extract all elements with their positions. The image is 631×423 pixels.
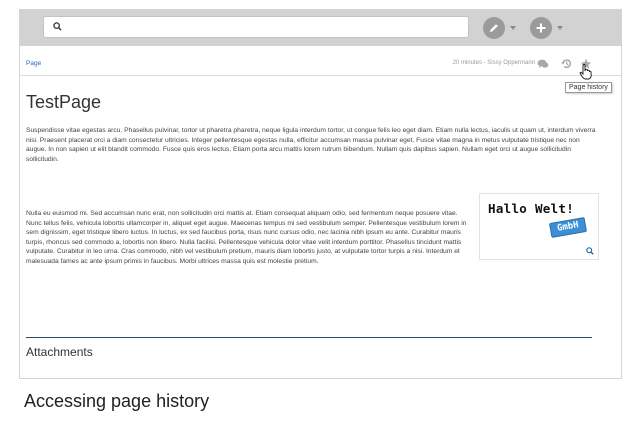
- figure-caption: Accessing page history: [24, 391, 210, 411]
- zoom-icon[interactable]: [586, 247, 594, 255]
- attachments-heading: Attachments: [26, 345, 93, 359]
- top-toolbar: [20, 10, 621, 46]
- add-menu-button[interactable]: [530, 16, 563, 40]
- paragraph-with-image: Hallo Welt! GmbH Nulla eu euismod mi. Se…: [26, 193, 601, 267]
- page-title: TestPage: [26, 92, 102, 112]
- app-window: Page 20 minutes - Sissy Oppermann Page h…: [19, 9, 622, 379]
- search-icon: [53, 22, 62, 31]
- hand-cursor-icon: [579, 64, 592, 80]
- edit-menu-button[interactable]: [483, 16, 516, 40]
- chat-bubbles-icon[interactable]: [537, 57, 549, 75]
- last-edit-info[interactable]: 20 minutes - Sissy Oppermann: [453, 60, 535, 66]
- page-meta-bar: Page 20 minutes - Sissy Oppermann: [20, 56, 621, 76]
- paragraph-text: Nulla eu euismod mi. Sed accumsan nunc e…: [26, 210, 467, 265]
- plus-icon: [530, 17, 552, 39]
- chevron-down-icon: [510, 26, 516, 30]
- image-text: Hallo Welt!: [488, 201, 575, 216]
- chevron-down-icon: [557, 26, 563, 30]
- search-input[interactable]: [43, 16, 469, 38]
- pencil-icon: [483, 17, 505, 39]
- breadcrumb[interactable]: Page: [26, 60, 41, 67]
- section-divider: [26, 337, 592, 338]
- history-tooltip: Page history: [565, 82, 612, 93]
- logo-image[interactable]: Hallo Welt! GmbH: [479, 193, 599, 260]
- history-icon[interactable]: [560, 57, 573, 75]
- paragraph: Suspendisse vitae egestas arcu. Phasellu…: [26, 127, 596, 163]
- image-badge: GmbH: [548, 216, 588, 239]
